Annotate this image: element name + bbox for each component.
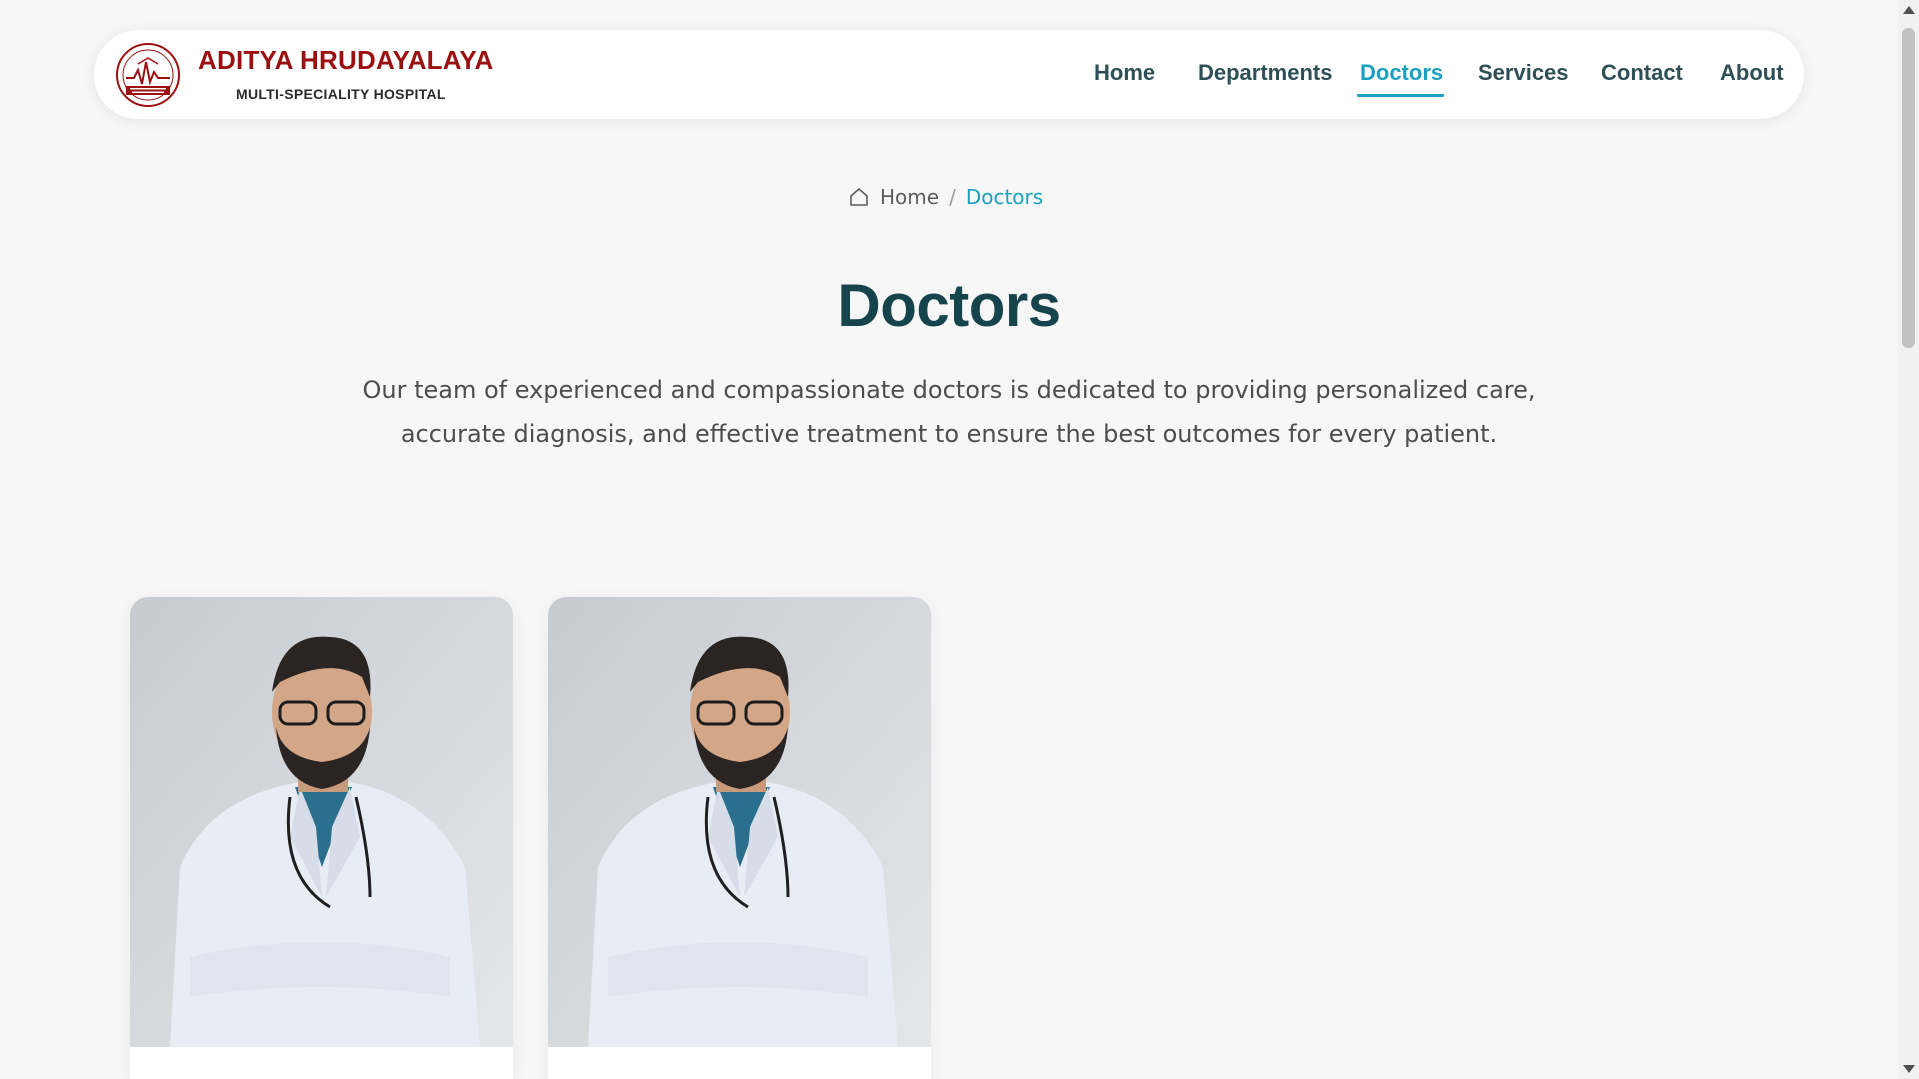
page-title: Doctors: [837, 272, 1061, 339]
doctor-card[interactable]: [130, 597, 513, 1079]
breadcrumb-current: Doctors: [965, 185, 1044, 209]
vertical-scrollbar[interactable]: [1898, 0, 1919, 1079]
nav-home[interactable]: Home: [1094, 60, 1155, 86]
nav-about[interactable]: About: [1720, 60, 1784, 86]
breadcrumb-separator: /: [949, 185, 956, 209]
intro-line-1: Our team of experienced and compassionat…: [362, 376, 1536, 404]
doctor-card[interactable]: [548, 597, 931, 1079]
nav-active-underline: [1357, 94, 1444, 97]
home-icon[interactable]: [848, 186, 870, 208]
nav-doctors[interactable]: Doctors: [1360, 60, 1443, 86]
doctor-photo-icon: [130, 597, 513, 1047]
doctor-card-body: [130, 1047, 513, 1079]
page: ADITYA HRUDAYALAYA MULTI-SPECIALITY HOSP…: [0, 0, 1919, 1079]
doctor-card-body: [548, 1047, 931, 1079]
brand-name[interactable]: ADITYA HRUDAYALAYA: [198, 45, 493, 76]
intro-text: Our team of experienced and compassionat…: [360, 368, 1538, 456]
site-header: ADITYA HRUDAYALAYA MULTI-SPECIALITY HOSP…: [94, 30, 1804, 119]
scroll-up-arrow-icon[interactable]: [1903, 6, 1915, 14]
breadcrumb: Home / Doctors: [848, 183, 1043, 211]
scroll-down-arrow-icon[interactable]: [1903, 1065, 1915, 1073]
doctor-photo-icon: [548, 597, 931, 1047]
breadcrumb-home-link[interactable]: Home: [880, 185, 939, 209]
scrollbar-thumb[interactable]: [1902, 28, 1915, 348]
brand-subtitle: MULTI-SPECIALITY HOSPITAL: [236, 86, 446, 102]
intro-line-2: accurate diagnosis, and effective treatm…: [400, 420, 1498, 448]
nav-departments[interactable]: Departments: [1198, 60, 1332, 86]
nav-services[interactable]: Services: [1478, 60, 1569, 86]
hospital-logo-icon[interactable]: [112, 42, 184, 108]
nav-contact[interactable]: Contact: [1601, 60, 1683, 86]
